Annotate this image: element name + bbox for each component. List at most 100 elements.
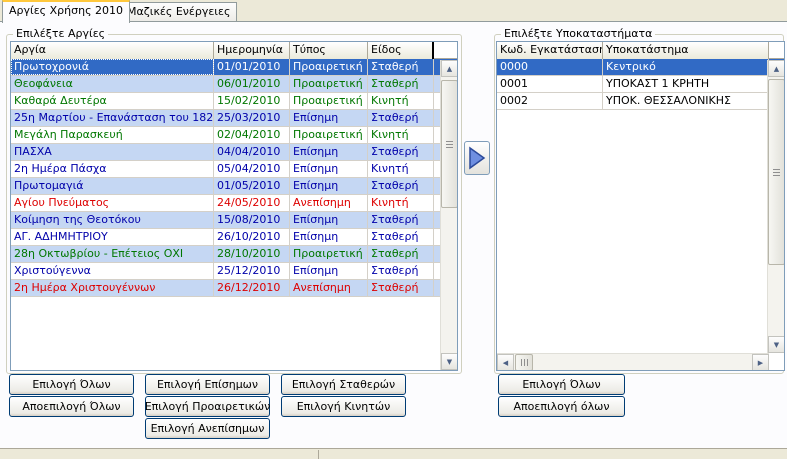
scroll-right-icon[interactable]: ▶ xyxy=(752,354,769,370)
table-row[interactable]: 0002 ΥΠΟΚ. ΘΕΣΣΑΛΟΝΙΚΗΣ xyxy=(497,93,784,110)
table-row[interactable]: 25η Μαρτίου - Επανάσταση του 1821 25/03/2… xyxy=(11,110,457,127)
table-cell-type: Επίσημη xyxy=(290,212,368,228)
table-row[interactable]: Μεγάλη Παρασκευή 02/04/2010 Προαιρετική Κιν… xyxy=(11,127,457,144)
table-cell-date: 25/03/2010 xyxy=(214,110,290,126)
holidays-group-title: Επιλέξτε Αργίες xyxy=(13,27,109,40)
select-fixed-button[interactable]: Επιλογή Σταθερών xyxy=(281,374,406,395)
table-row[interactable]: 28η Οκτωβρίου - Επέτειος ΟΧΙ 28/10/2010 Πρ… xyxy=(11,246,457,263)
tab-holidays-2010[interactable]: Αργίες Χρήσης 2010 xyxy=(2,0,131,23)
column-header-branch-name[interactable]: Υποκατάστημα xyxy=(603,42,769,59)
table-cell-name: Μεγάλη Παρασκευή xyxy=(11,127,214,143)
tab-strip: Αργίες Χρήσης 2010 Μαζικές Ενέργειες xyxy=(0,0,787,23)
select-optional-button[interactable]: Επιλογή Προαιρετικών xyxy=(145,396,270,417)
scroll-thumb[interactable] xyxy=(768,79,784,265)
table-cell-name: ΥΠΟΚΑΣΤ 1 ΚΡΗΤΗ xyxy=(603,76,769,92)
table-row[interactable]: 2η Ημέρα Πάσχα 05/04/2010 Επίσημη Κινητή xyxy=(11,161,457,178)
table-cell-type: Ανεπίσημη xyxy=(290,280,368,296)
column-header-holiday[interactable]: Αργία xyxy=(11,42,214,59)
scroll-left-icon[interactable]: ◀ xyxy=(497,354,514,370)
table-cell-name: Πρωτομαγιά xyxy=(11,178,214,194)
scroll-up-icon[interactable]: ▲ xyxy=(768,60,784,77)
table-cell-kind: Σταθερή xyxy=(368,246,434,262)
table-row[interactable]: Χριστούγεννα 25/12/2010 Επίσημη Σταθερή xyxy=(11,263,457,280)
scroll-thumb[interactable] xyxy=(441,80,457,208)
table-cell-kind: Κινητή xyxy=(368,161,434,177)
select-unofficial-button[interactable]: Επιλογή Ανεπίσημων xyxy=(145,418,270,439)
table-cell-type: Επίσημη xyxy=(290,110,368,126)
table-cell-date: 26/10/2010 xyxy=(214,229,290,245)
table-cell-kind: Σταθερή xyxy=(368,59,434,75)
table-cell-date: 15/02/2010 xyxy=(214,93,290,109)
table-cell-name: Πρωτοχρονιά xyxy=(11,59,214,75)
table-cell-kind: Σταθερή xyxy=(368,212,434,228)
branches-grid[interactable]: Κωδ. Εγκατάστασης Υποκατάστημα 0000 Κεντρ… xyxy=(496,41,785,371)
table-cell-name: Αγίου Πνεύματος xyxy=(11,195,214,211)
table-cell-type: Προαιρετική xyxy=(290,127,368,143)
holidays-vertical-scrollbar[interactable]: ▲ ▼ xyxy=(440,60,457,370)
table-cell-name: 2η Ημέρα Χριστουγέννων xyxy=(11,280,214,296)
table-row[interactable]: Κοίμηση της Θεοτόκου 15/08/2010 Επίσημη Στα… xyxy=(11,212,457,229)
branches-grid-header: Κωδ. Εγκατάστασης Υποκατάστημα xyxy=(497,42,784,59)
table-row[interactable]: 2η Ημέρα Χριστουγέννων 26/12/2010 Ανεπίσημ… xyxy=(11,280,457,297)
holidays-grid-header: Αργία Ημερομηνία Τύπος Είδος xyxy=(11,42,457,59)
select-movable-button[interactable]: Επιλογή Κινητών xyxy=(281,396,406,417)
horizontal-scroll-thumb[interactable] xyxy=(515,354,533,370)
right-triangle-arrow-icon xyxy=(469,146,486,170)
table-cell-kind: Κινητή xyxy=(368,127,434,143)
table-cell-kind: Σταθερή xyxy=(368,263,434,279)
table-cell-date: 01/01/2010 xyxy=(214,59,290,75)
holidays-grid[interactable]: Αργία Ημερομηνία Τύπος Είδος Πρωτοχρονιά… xyxy=(10,41,458,371)
table-row[interactable]: Πρωτομαγιά 01/05/2010 Επίσημη Σταθερή xyxy=(11,178,457,195)
column-header-branch-code[interactable]: Κωδ. Εγκατάστασης xyxy=(497,42,603,59)
table-cell-type: Επίσημη xyxy=(290,178,368,194)
branches-vertical-scrollbar[interactable]: ▲ ▼ xyxy=(767,60,784,353)
table-cell-kind: Σταθερή xyxy=(368,178,434,194)
table-cell-name: ΑΓ. ΑΔΗΜΗΤΡΙΟΥ xyxy=(11,229,214,245)
table-cell-type: Επίσημη xyxy=(290,144,368,160)
table-row[interactable]: Πρωτοχρονιά 01/01/2010 Προαιρετική Σταθερή xyxy=(11,59,457,76)
table-row[interactable]: Θεοφάνεια 06/01/2010 Προαιρετική Σταθερή xyxy=(11,76,457,93)
table-cell-kind: Σταθερή xyxy=(368,280,434,296)
table-cell-code: 0000 xyxy=(497,59,603,75)
table-cell-type: Επίσημη xyxy=(290,161,368,177)
branches-group-title: Επιλέξτε Υποκαταστήματα xyxy=(501,27,656,40)
table-cell-name: Κοίμηση της Θεοτόκου xyxy=(11,212,214,228)
table-cell-name: Χριστούγεννα xyxy=(11,263,214,279)
transfer-button[interactable] xyxy=(464,141,490,175)
scroll-down-icon[interactable]: ▼ xyxy=(768,336,784,353)
branches-grid-body: 0000 Κεντρικό 0001 ΥΠΟΚΑΣΤ 1 ΚΡΗΤΗ 0002 ΥΠΟΚ.… xyxy=(497,59,784,110)
table-cell-type: Προαιρετική xyxy=(290,93,368,109)
select-all-branches-button[interactable]: Επιλογή Όλων xyxy=(498,374,625,395)
table-row[interactable]: 0000 Κεντρικό xyxy=(497,59,784,76)
table-cell-name: ΥΠΟΚ. ΘΕΣΣΑΛΟΝΙΚΗΣ xyxy=(603,93,769,109)
column-header-type[interactable]: Τύπος xyxy=(290,42,368,59)
table-row[interactable]: ΑΓ. ΑΔΗΜΗΤΡΙΟΥ 26/10/2010 Επίσημη Σταθερή xyxy=(11,229,457,246)
scroll-up-icon[interactable]: ▲ xyxy=(441,60,457,77)
table-cell-type: Προαιρετική xyxy=(290,59,368,75)
status-bar xyxy=(0,445,787,459)
table-cell-date: 01/05/2010 xyxy=(214,178,290,194)
select-official-button[interactable]: Επιλογή Επίσημων xyxy=(145,374,270,395)
scroll-down-icon[interactable]: ▼ xyxy=(441,353,457,370)
deselect-all-branches-button[interactable]: Αποεπιλογή όλων xyxy=(498,396,625,417)
column-header-date[interactable]: Ημερομηνία xyxy=(214,42,290,59)
table-cell-type: Ανεπίσημη xyxy=(290,195,368,211)
select-all-holidays-button[interactable]: Επιλογή Όλων xyxy=(9,374,134,395)
table-cell-date: 26/12/2010 xyxy=(214,280,290,296)
table-cell-code: 0001 xyxy=(497,76,603,92)
table-cell-date: 28/10/2010 xyxy=(214,246,290,262)
table-cell-name: 25η Μαρτίου - Επανάσταση του 1821 xyxy=(11,110,214,126)
tab-bulk-actions[interactable]: Μαζικές Ενέργειες xyxy=(120,2,238,22)
table-row[interactable]: Αγίου Πνεύματος 24/05/2010 Ανεπίσημη Κινητή xyxy=(11,195,457,212)
table-row[interactable]: 0001 ΥΠΟΚΑΣΤ 1 ΚΡΗΤΗ xyxy=(497,76,784,93)
table-row[interactable]: Καθαρά Δευτέρα 15/02/2010 Προαιρετική Κινητ… xyxy=(11,93,457,110)
deselect-all-holidays-button[interactable]: Αποεπιλογή Όλων xyxy=(9,396,134,417)
column-header-kind[interactable]: Είδος xyxy=(368,42,434,59)
table-row[interactable]: ΠΑΣΧΑ 04/04/2010 Επίσημη Σταθερή xyxy=(11,144,457,161)
branches-horizontal-scrollbar[interactable]: ◀ ▶ xyxy=(497,353,769,370)
table-cell-name: ΠΑΣΧΑ xyxy=(11,144,214,160)
table-cell-kind: Κινητή xyxy=(368,195,434,211)
status-bar-separator xyxy=(318,450,319,459)
table-cell-date: 04/04/2010 xyxy=(214,144,290,160)
table-cell-date: 02/04/2010 xyxy=(214,127,290,143)
